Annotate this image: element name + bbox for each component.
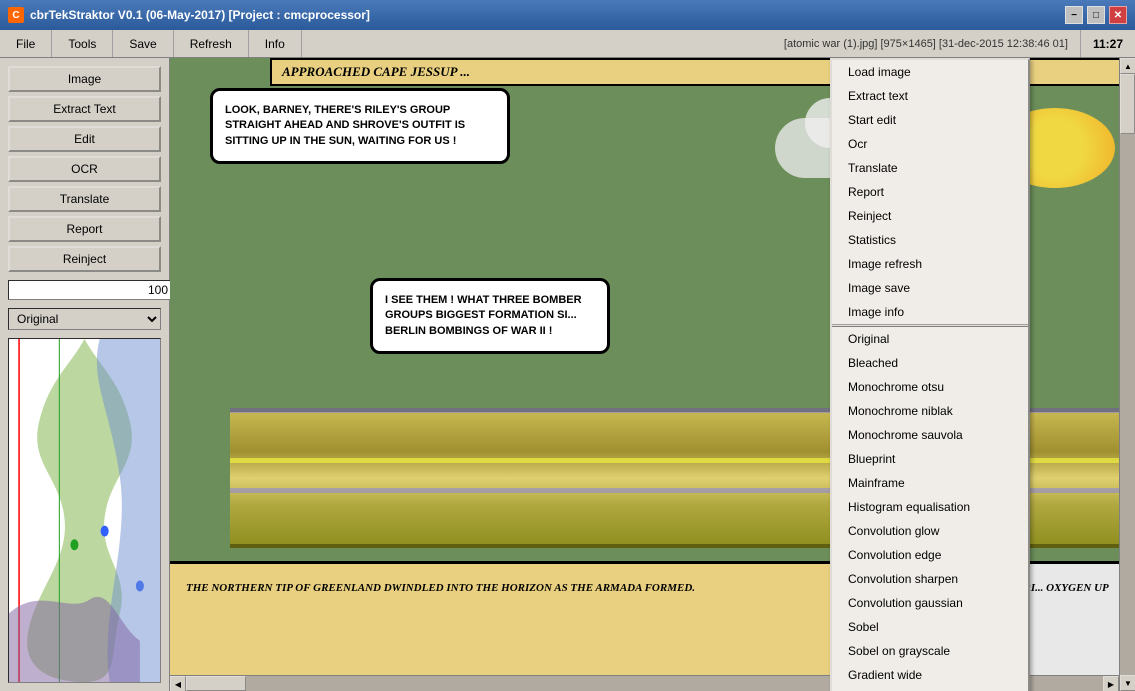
scroll-right-button[interactable]: ▶ [1103, 676, 1119, 691]
translate-button[interactable]: Translate [8, 186, 161, 212]
title-bar-controls: − □ ✕ [1065, 6, 1127, 24]
scroll-left-button[interactable]: ◀ [170, 676, 186, 691]
menu-image-info[interactable]: Image info [832, 300, 1028, 324]
menu-load-image[interactable]: Load image [832, 60, 1028, 84]
comic-speech-1: LOOK, BARNEY, THERE'S RILEY'S GROUP STRA… [210, 88, 510, 164]
edit-button[interactable]: Edit [8, 126, 161, 152]
menu-ocr[interactable]: Ocr [832, 132, 1028, 156]
menu-statistics[interactable]: Statistics [832, 228, 1028, 252]
menu-convolution-gaussian[interactable]: Convolution gaussian [832, 591, 1028, 615]
dropdown-menu: Load image Extract text Start edit Ocr T… [830, 58, 1030, 691]
waveform-area: Ω [8, 338, 161, 683]
title-bar-title: cbrTekStraktor V0.1 (06-May-2017) [Proje… [30, 8, 370, 22]
menu-file[interactable]: File [0, 30, 52, 57]
comic-speech-2: I SEE THEM ! WHAT THREE BOMBER GROUPS BI… [370, 278, 610, 354]
menu-convolution-glow[interactable]: Convolution glow [832, 519, 1028, 543]
dropdown-section-2: Original Bleached Monochrome otsu Monoch… [832, 327, 1028, 691]
zoom-input[interactable]: 100 [8, 280, 173, 300]
scroll-thumb-h[interactable] [186, 676, 246, 691]
scroll-down-button[interactable]: ▼ [1120, 675, 1135, 691]
menu-image-refresh[interactable]: Image refresh [832, 252, 1028, 276]
dropdown-section-1: Load image Extract text Start edit Ocr T… [832, 60, 1028, 325]
menu-gradient-narrow[interactable]: Gradient narrow [832, 687, 1028, 691]
menu-monochrome-niblak[interactable]: Monochrome niblak [832, 399, 1028, 423]
menu-bleached[interactable]: Bleached [832, 351, 1028, 375]
menu-original[interactable]: Original [832, 327, 1028, 351]
menu-histogram[interactable]: Histogram equalisation [832, 495, 1028, 519]
waveform-label: Ω [8, 516, 11, 524]
sidebar: Image Extract Text Edit OCR Translate Re… [0, 58, 170, 691]
menu-monochrome-otsu[interactable]: Monochrome otsu [832, 375, 1028, 399]
menu-translate[interactable]: Translate [832, 156, 1028, 180]
menu-reinject[interactable]: Reinject [832, 204, 1028, 228]
ocr-button[interactable]: OCR [8, 156, 161, 182]
view-mode-select[interactable]: Original Bleached Monochrome otsu Monoch… [8, 308, 161, 330]
status-info: [atomic war (1).jpg] [975×1465] [31-dec-… [772, 30, 1080, 57]
menu-gradient-wide[interactable]: Gradient wide [832, 663, 1028, 687]
menu-sobel[interactable]: Sobel [832, 615, 1028, 639]
menu-info[interactable]: Info [249, 30, 302, 57]
content-area: APPROACHED CAPE JESSUP ... LOOK, BARNEY,… [170, 58, 1135, 691]
menu-image-save[interactable]: Image save [832, 276, 1028, 300]
menu-blueprint[interactable]: Blueprint [832, 447, 1028, 471]
reinject-button[interactable]: Reinject [8, 246, 161, 272]
waveform-chart [9, 339, 160, 682]
title-bar: C cbrTekStraktor V0.1 (06-May-2017) [Pro… [0, 0, 1135, 30]
menu-convolution-edge[interactable]: Convolution edge [832, 543, 1028, 567]
extract-text-button[interactable]: Extract Text [8, 96, 161, 122]
image-button[interactable]: Image [8, 66, 161, 92]
menu-refresh[interactable]: Refresh [174, 30, 249, 57]
app-icon: C [8, 7, 24, 23]
maximize-button[interactable]: □ [1087, 6, 1105, 24]
scroll-thumb-v[interactable] [1120, 74, 1135, 134]
title-bar-left: C cbrTekStraktor V0.1 (06-May-2017) [Pro… [8, 7, 370, 23]
menu-monochrome-sauvola[interactable]: Monochrome sauvola [832, 423, 1028, 447]
scrollbar-vertical[interactable]: ▲ ▼ [1119, 58, 1135, 691]
menu-report[interactable]: Report [832, 180, 1028, 204]
menu-convolution-sharpen[interactable]: Convolution sharpen [832, 567, 1028, 591]
menu-start-edit[interactable]: Start edit [832, 108, 1028, 132]
report-button[interactable]: Report [8, 216, 161, 242]
minimize-button[interactable]: − [1065, 6, 1083, 24]
main-layout: Image Extract Text Edit OCR Translate Re… [0, 58, 1135, 691]
close-button[interactable]: ✕ [1109, 6, 1127, 24]
scroll-track-v[interactable] [1120, 74, 1135, 675]
clock: 11:27 [1080, 30, 1135, 57]
zoom-spinner: 100 ▲ ▼ [8, 280, 161, 300]
menu-save[interactable]: Save [113, 30, 173, 57]
menu-bar: File Tools Save Refresh Info [atomic war… [0, 30, 1135, 58]
menu-extract-text[interactable]: Extract text [832, 84, 1028, 108]
menu-mainframe[interactable]: Mainframe [832, 471, 1028, 495]
scroll-up-button[interactable]: ▲ [1120, 58, 1135, 74]
menu-tools[interactable]: Tools [52, 30, 113, 57]
menu-sobel-grayscale[interactable]: Sobel on grayscale [832, 639, 1028, 663]
bottom-left-caption: THE NORTHERN TIP OF GREENLAND DWINDLED I… [170, 564, 855, 691]
